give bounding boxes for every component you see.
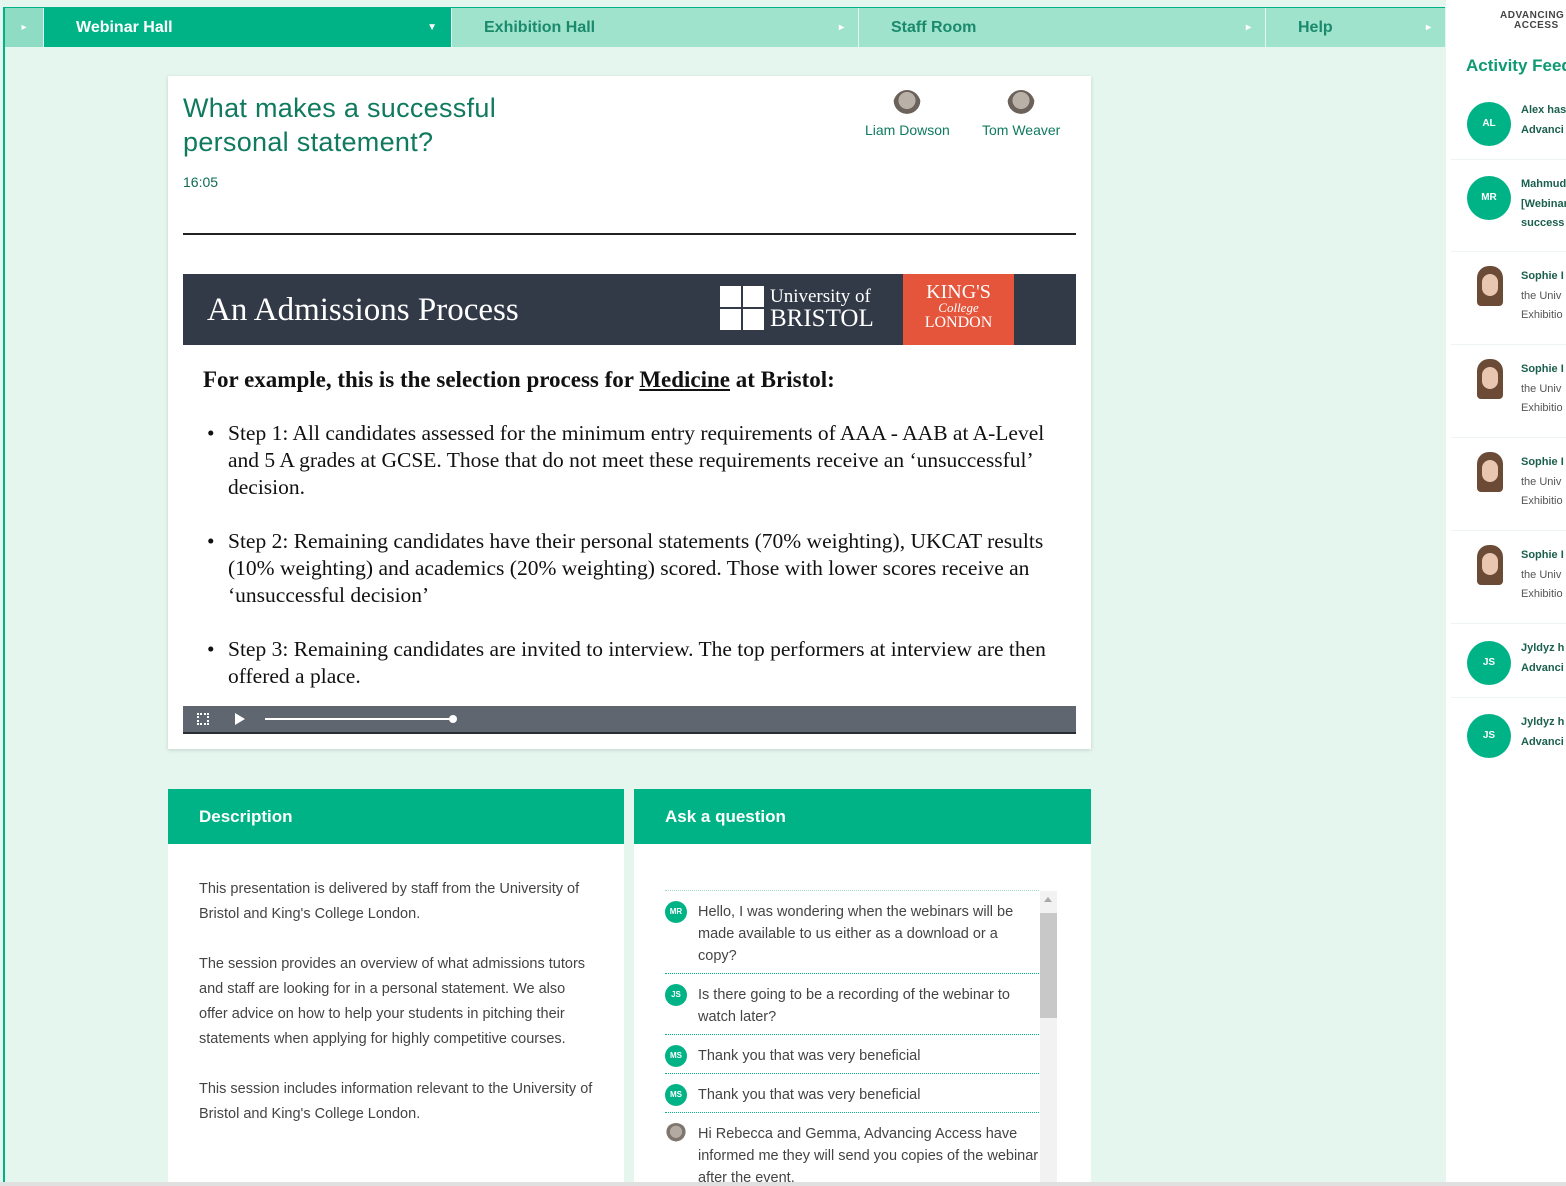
- ask-question-panel: Ask a question MR Hello, I was wondering…: [634, 789, 1091, 1186]
- description-heading: Description: [168, 789, 624, 844]
- avatar: MS: [665, 1045, 687, 1067]
- bristol-crest-icon: [720, 286, 764, 330]
- description-paragraph: The session provides an overview of what…: [199, 956, 586, 1047]
- slide-step: Step 3: Remaining candidates are invited…: [207, 636, 1047, 690]
- avatar: MR: [1467, 176, 1511, 220]
- webinar-time: 16:05: [183, 174, 219, 190]
- scrollbar[interactable]: [1040, 891, 1057, 1186]
- feed-item[interactable]: Sophie Ithe Univ Exhibitio: [1451, 531, 1566, 624]
- feed-item[interactable]: MR Mahmud [Webinar success: [1451, 160, 1566, 252]
- play-icon[interactable]: [235, 713, 245, 725]
- speaker-avatar: [1007, 90, 1036, 120]
- list-item: MR Hello, I was wondering when the webin…: [665, 891, 1039, 974]
- description-paragraph: This session includes information releva…: [199, 1081, 593, 1122]
- slide-example-subject: Medicine: [639, 367, 731, 392]
- scrollbar-thumb[interactable]: [1040, 913, 1057, 1018]
- speaker-name: Tom Weaver: [982, 122, 1061, 138]
- description-body: This presentation is delivered by staff …: [168, 844, 624, 1127]
- avatar: MS: [665, 1084, 687, 1106]
- slide-header: An Admissions Process University of BRIS…: [183, 274, 1076, 345]
- progress-handle[interactable]: [449, 715, 457, 723]
- slide-step: Step 2: Remaining candidates have their …: [207, 528, 1047, 609]
- list-item: Hi Rebecca and Gemma, Advancing Access h…: [665, 1113, 1039, 1186]
- bristol-logo-line2: BRISTOL: [770, 305, 874, 332]
- kings-college-london-logo: KING'S College LONDON: [903, 274, 1014, 345]
- question-text: Is there going to be a recording of the …: [698, 987, 1010, 1025]
- avatar: MR: [665, 901, 687, 923]
- chevron-right-icon: ▸: [1245, 22, 1251, 33]
- question-text: Hello, I was wondering when the webinars…: [698, 904, 1014, 964]
- bottom-border: [0, 1182, 1566, 1186]
- webinar-card: What makes a successful personal stateme…: [168, 76, 1091, 749]
- feed-item[interactable]: JS Jyldyz h Advanci: [1451, 698, 1566, 772]
- avatar: JS: [1467, 641, 1511, 685]
- feed-item[interactable]: Sophie Ithe Univ Exhibitio: [1451, 345, 1566, 438]
- tab-webinar-hall[interactable]: Webinar Hall ▼: [43, 8, 451, 47]
- chevron-down-icon: ▼: [427, 22, 437, 33]
- webinar-title: What makes a successful personal stateme…: [183, 93, 497, 157]
- ask-question-heading: Ask a question: [634, 789, 1091, 844]
- list-item: MS Thank you that was very beneficial: [665, 1074, 1039, 1113]
- scroll-up-icon[interactable]: [1044, 897, 1052, 902]
- tab-exhibition-hall[interactable]: Exhibition Hall ▸: [451, 8, 858, 47]
- tab-label: Webinar Hall: [76, 18, 173, 36]
- chevron-right-icon: ▸: [1425, 22, 1431, 33]
- chevron-right-icon: ▸: [838, 22, 844, 33]
- speaker-liam-dowson[interactable]: Liam Dowson: [865, 90, 950, 138]
- video-player-controls: [183, 706, 1076, 734]
- feed-item[interactable]: JS Jyldyz h Advanci: [1451, 624, 1566, 698]
- kings-logo-line3: LONDON: [924, 314, 993, 331]
- tab-label: Exhibition Hall: [484, 18, 596, 36]
- tab-help[interactable]: Help ▸: [1265, 8, 1445, 47]
- slide-steps: Step 1: All candidates assessed for the …: [207, 420, 1047, 717]
- feed-item[interactable]: Sophie Ithe Univ Exhibitio: [1451, 252, 1566, 345]
- avatar: [1467, 266, 1511, 310]
- question-text: Thank you that was very beneficial: [698, 1048, 921, 1064]
- tab-label: Staff Room: [891, 18, 977, 36]
- fullscreen-icon[interactable]: [197, 713, 209, 725]
- description-panel: Description This presentation is deliver…: [168, 789, 624, 1186]
- activity-sidebar: ADVANCING ACCESS Activity Feed AL Alex h…: [1446, 0, 1566, 1186]
- list-item: MS Thank you that was very beneficial: [665, 1035, 1039, 1074]
- question-text: Thank you that was very beneficial: [698, 1087, 921, 1103]
- question-text: Hi Rebecca and Gemma, Advancing Access h…: [698, 1126, 1039, 1186]
- avatar: [1467, 359, 1511, 403]
- kings-logo-line1: KING'S: [926, 281, 991, 303]
- left-border: [3, 7, 5, 1186]
- slide-step: Step 1: All candidates assessed for the …: [207, 420, 1047, 501]
- avatar: [665, 1123, 687, 1145]
- tab-label: Help: [1298, 18, 1333, 36]
- speaker-name: Liam Dowson: [865, 122, 950, 138]
- feed-item[interactable]: AL Alex has Advanci: [1451, 88, 1566, 160]
- university-of-bristol-logo: University of BRISTOL: [720, 286, 874, 332]
- tab-staff-room[interactable]: Staff Room ▸: [858, 8, 1265, 47]
- avatar: [1467, 545, 1511, 589]
- top-nav: ▸ Webinar Hall ▼ Exhibition Hall ▸ Staff…: [5, 7, 1445, 47]
- presentation-slide: An Admissions Process University of BRIS…: [183, 274, 1076, 706]
- list-item: JS Is there going to be a recording of t…: [665, 974, 1039, 1035]
- nav-expand-icon[interactable]: ▸: [5, 8, 43, 47]
- question-list[interactable]: MR Hello, I was wondering when the webin…: [665, 890, 1039, 1186]
- slide-heading: An Admissions Process: [207, 292, 519, 328]
- advancing-access-logo: ADVANCING ACCESS: [1500, 10, 1565, 31]
- speaker-tom-weaver[interactable]: Tom Weaver: [982, 90, 1060, 138]
- avatar: AL: [1467, 102, 1511, 146]
- divider: [183, 233, 1076, 235]
- avatar: JS: [665, 984, 687, 1006]
- speaker-avatar: [893, 90, 922, 120]
- slide-example-line: For example, this is the selection proce…: [203, 367, 835, 392]
- avatar: JS: [1467, 714, 1511, 758]
- description-paragraph: This presentation is delivered by staff …: [199, 881, 580, 922]
- activity-feed-title: Activity Feed: [1466, 56, 1566, 75]
- kings-logo-line2: College: [938, 300, 979, 315]
- avatar: [1467, 452, 1511, 496]
- progress-track[interactable]: [265, 718, 453, 720]
- feed-item[interactable]: Sophie Ithe Univ Exhibitio: [1451, 438, 1566, 531]
